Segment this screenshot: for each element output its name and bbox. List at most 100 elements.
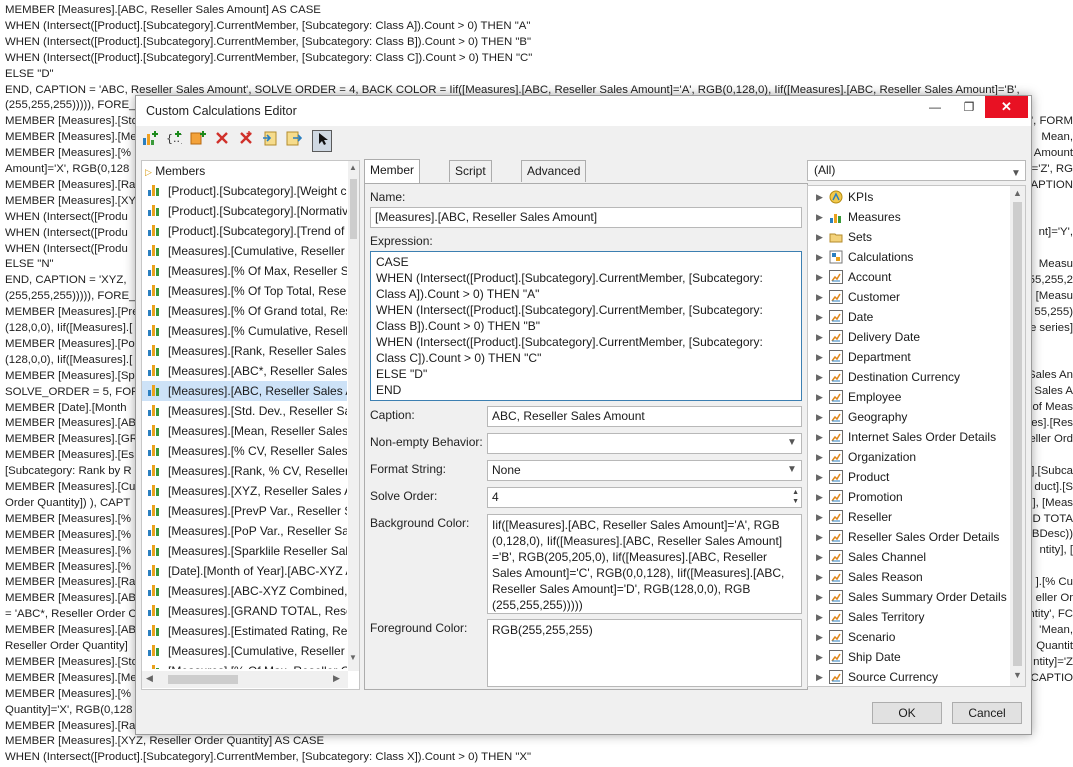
expand-arrow-icon[interactable]: ▶: [816, 407, 823, 427]
member-item[interactable]: [Measures].[Cumulative, Reseller C: [142, 641, 347, 661]
scroll-up-icon[interactable]: ▲: [349, 163, 357, 172]
chevron-down-icon[interactable]: ▼: [1009, 164, 1023, 180]
scroll-down-icon[interactable]: ▼: [349, 653, 357, 662]
expand-arrow-icon[interactable]: ▶: [816, 547, 823, 567]
members-vscrollbar[interactable]: ▲ ▼: [348, 161, 359, 671]
expand-arrow-icon[interactable]: ▶: [816, 607, 823, 627]
member-item[interactable]: [Measures].[Std. Dev., Reseller Sale: [142, 401, 347, 421]
member-item[interactable]: [Measures].[Mean, Reseller Sales A: [142, 421, 347, 441]
expand-arrow-icon[interactable]: ▶: [816, 507, 823, 527]
expand-arrow-icon[interactable]: ▶: [816, 487, 823, 507]
cancel-button[interactable]: Cancel: [952, 702, 1022, 724]
member-item[interactable]: [Product].[Subcategory].[Weight c: [142, 181, 347, 201]
format-string-combo[interactable]: None ▼: [487, 460, 802, 481]
name-field[interactable]: [Measures].[ABC, Reseller Sales Amount]: [370, 207, 802, 228]
member-item[interactable]: [Measures].[PrevP Var., Reseller Sa: [142, 501, 347, 521]
script-line-fragment: eller Ord: [1029, 433, 1073, 445]
chevron-down-icon[interactable]: ▼: [785, 437, 799, 453]
chevron-down-icon[interactable]: ▼: [785, 464, 799, 480]
member-item[interactable]: [Date].[Month of Year].[ABC-XYZ A: [142, 561, 347, 581]
scroll-up-icon[interactable]: ▲: [1013, 188, 1022, 198]
member-item[interactable]: [Measures].[% CV, Reseller Sales A: [142, 441, 347, 461]
close-button[interactable]: ✕: [985, 96, 1028, 118]
background-color-field[interactable]: Iif([Measures].[ABC, Reseller Sales Amou…: [487, 514, 802, 614]
script-line-fragment: ntity]='Z: [1033, 655, 1073, 668]
member-item[interactable]: [Measures].[GRAND TOTAL, Resell: [142, 601, 347, 621]
scroll-left-icon[interactable]: ◀: [146, 673, 153, 684]
filter-dropdown[interactable]: (All) ▼: [807, 160, 1026, 181]
expand-arrow-icon[interactable]: ▶: [816, 627, 823, 647]
select-mode-icon[interactable]: [312, 130, 332, 152]
member-item[interactable]: [Measures].[% Of Max, Reseller O: [142, 661, 347, 669]
spin-down-icon[interactable]: ▼: [792, 498, 799, 506]
delete-icon[interactable]: [212, 130, 232, 152]
expand-arrow-icon[interactable]: ▶: [816, 667, 823, 686]
member-item[interactable]: [Measures].[Rank, Reseller Sales A: [142, 341, 347, 361]
script-line-fragment: Quantit: [1036, 639, 1073, 652]
expand-arrow-icon[interactable]: ▶: [816, 447, 823, 467]
tab-script-view[interactable]: Script View: [449, 160, 492, 199]
caption-field[interactable]: ABC, Reseller Sales Amount: [487, 406, 802, 427]
member-item[interactable]: [Measures].[Sparklile Reseller Sale: [142, 541, 347, 561]
export-icon[interactable]: [284, 130, 304, 152]
expand-arrow-icon[interactable]: ▶: [816, 207, 823, 227]
member-item[interactable]: [Measures].[XYZ, Reseller Sales Ar: [142, 481, 347, 501]
dimension-icon: [829, 490, 843, 504]
expand-arrow-icon[interactable]: ▶: [816, 387, 823, 407]
member-item[interactable]: [Measures].[% Cumulative, Reselle: [142, 321, 347, 341]
nonempty-combo[interactable]: ▼: [487, 433, 802, 454]
member-item[interactable]: [Measures].[% Of Grand total, Res: [142, 301, 347, 321]
expand-arrow-icon[interactable]: ▶: [816, 427, 823, 447]
member-item[interactable]: [Measures].[% Of Top Total, Resell: [142, 281, 347, 301]
expression-editor[interactable]: CASE WHEN (Intersect([Product].[Subcateg…: [370, 251, 802, 401]
expand-arrow-icon[interactable]: ▶: [816, 247, 823, 267]
member-item[interactable]: [Measures].[Rank, % CV, Reseller S: [142, 461, 347, 481]
solve-order-stepper[interactable]: 4 ▲ ▼: [487, 487, 802, 508]
tree-vscrollbar[interactable]: ▲ ▼: [1010, 186, 1025, 686]
minimize-button[interactable]: —: [920, 96, 950, 118]
member-item[interactable]: [Measures].[% Of Max, Reseller Sa: [142, 261, 347, 281]
expand-arrow-icon[interactable]: ▶: [816, 467, 823, 487]
expand-arrow-icon[interactable]: ▶: [816, 367, 823, 387]
tab-member-view[interactable]: Member View: [364, 159, 421, 198]
members-header[interactable]: ▷ Members: [142, 163, 350, 180]
expand-arrow-icon[interactable]: ▶: [816, 227, 823, 247]
expand-arrow-icon[interactable]: ▶: [816, 587, 823, 607]
member-item[interactable]: [Product].[Subcategory].[Normativ: [142, 201, 347, 221]
members-vscroll-thumb[interactable]: [350, 179, 357, 239]
script-line: [Subcategory: Rank by R: [5, 465, 132, 478]
expand-arrow-icon[interactable]: ▶: [816, 287, 823, 307]
expand-arrow-icon[interactable]: ▶: [816, 347, 823, 367]
tab-advanced[interactable]: Advanced: [521, 160, 587, 182]
tree-vscroll-thumb[interactable]: [1013, 202, 1022, 666]
expand-arrow-icon[interactable]: ▶: [816, 327, 823, 347]
member-item[interactable]: [Measures].[Estimated Rating, Res: [142, 621, 347, 641]
members-hscrollbar[interactable]: ◀ ▶: [142, 671, 348, 688]
scroll-right-icon[interactable]: ▶: [333, 673, 340, 684]
add-member-icon[interactable]: [140, 130, 160, 152]
dimension-icon: [829, 310, 843, 324]
member-item[interactable]: [Measures].[Cumulative, Reseller S: [142, 241, 347, 261]
expand-arrow-icon[interactable]: ▶: [816, 527, 823, 547]
expand-arrow-icon[interactable]: ▶: [816, 307, 823, 327]
maximize-button[interactable]: ❐: [954, 96, 984, 118]
add-calculation-icon[interactable]: [188, 130, 208, 152]
member-item[interactable]: [Measures].[ABC-XYZ Combined, I: [142, 581, 347, 601]
expand-arrow-icon[interactable]: ▶: [816, 647, 823, 667]
calculated-member-icon: [148, 304, 162, 316]
add-set-icon[interactable]: {..}: [164, 130, 187, 152]
delete-all-icon[interactable]: [236, 130, 256, 152]
import-icon[interactable]: [260, 130, 280, 152]
foreground-color-field[interactable]: RGB(255,255,255): [487, 619, 802, 687]
ok-button[interactable]: OK: [872, 702, 942, 724]
member-item[interactable]: [Measures].[PoP Var., Reseller Sale: [142, 521, 347, 541]
expand-arrow-icon[interactable]: ▶: [816, 567, 823, 587]
member-item[interactable]: [Product].[Subcategory].[Trend of: [142, 221, 347, 241]
members-hscroll-thumb[interactable]: [168, 675, 238, 684]
expand-arrow-icon[interactable]: ▶: [816, 267, 823, 287]
member-item[interactable]: [Measures].[ABC, Reseller Sales Ar: [142, 381, 347, 401]
spin-up-icon[interactable]: ▲: [792, 489, 799, 497]
member-item[interactable]: [Measures].[ABC*, Reseller Sales A: [142, 361, 347, 381]
expand-arrow-icon[interactable]: ▶: [816, 187, 823, 207]
scroll-down-icon[interactable]: ▼: [1013, 670, 1022, 680]
